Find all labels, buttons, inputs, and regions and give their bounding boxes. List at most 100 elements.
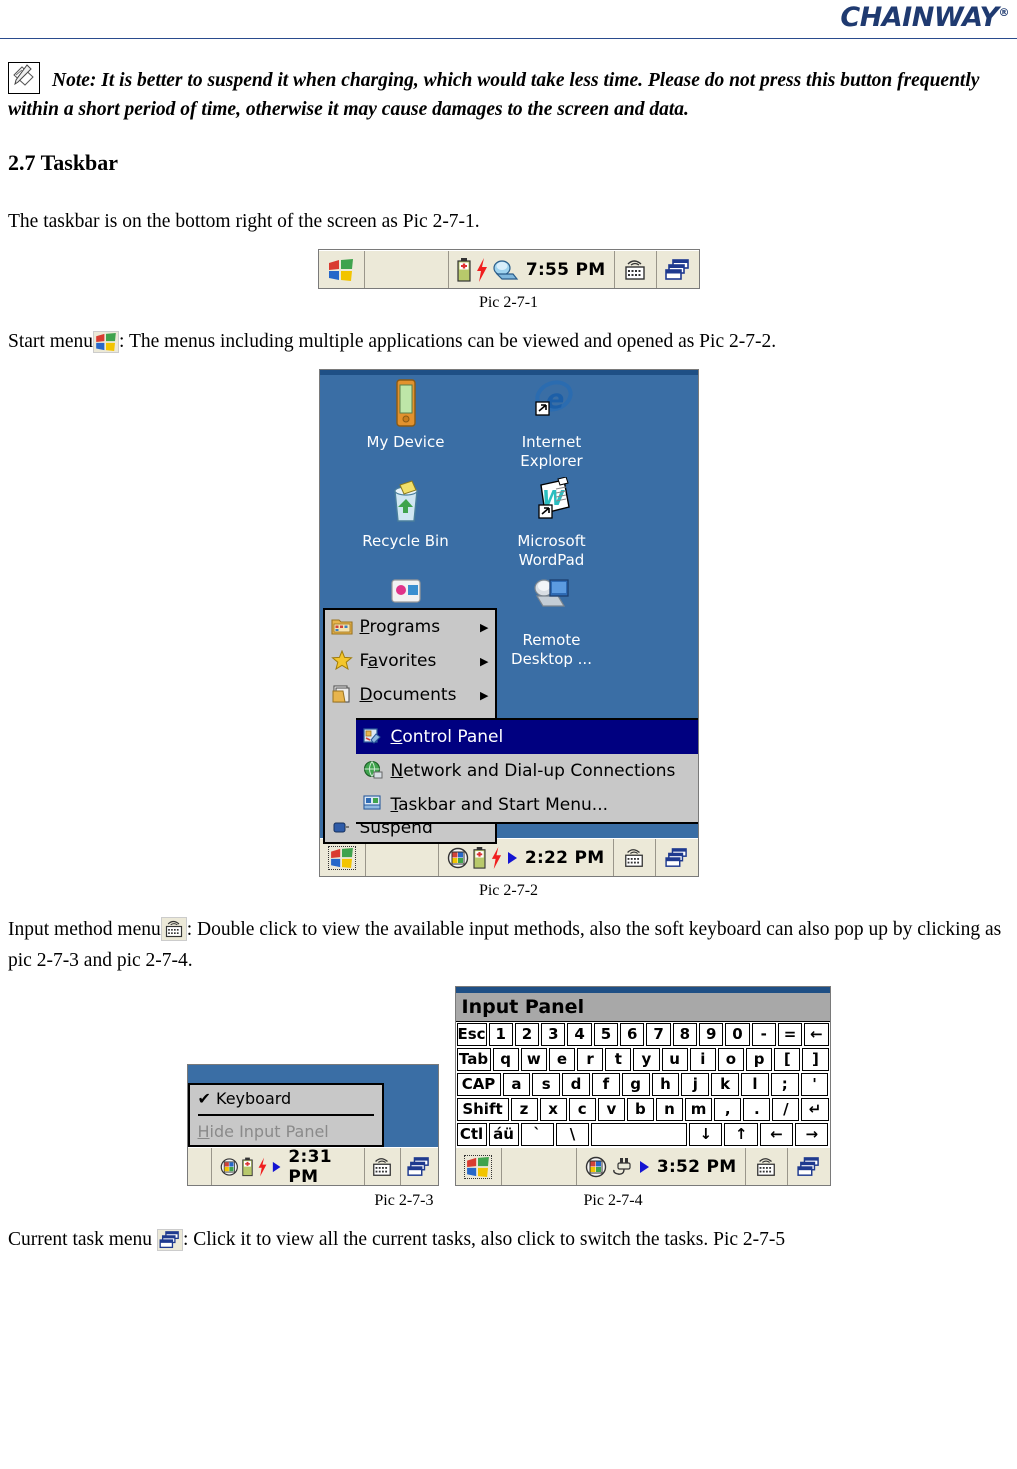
taskbar[interactable]: 3:52 PM xyxy=(455,1147,830,1185)
submenu-item-taskbar-start-menu[interactable]: Taskbar and Start Menu... xyxy=(356,788,698,822)
start-button[interactable] xyxy=(456,1148,502,1185)
task-switcher-button[interactable] xyxy=(788,1148,830,1185)
taskbar[interactable]: 7:55 PM xyxy=(318,250,699,288)
taskbar-empty-area[interactable] xyxy=(366,839,439,876)
task-switcher-button[interactable] xyxy=(657,251,699,288)
input-method-menu[interactable]: ✔ Keyboard Hide Input Panel xyxy=(187,1083,384,1147)
key-enter[interactable]: ↵ xyxy=(801,1098,829,1121)
submenu-item-control-panel[interactable]: Control Panel xyxy=(355,720,698,754)
input-method-button[interactable] xyxy=(615,251,657,288)
key-arrow-right[interactable]: → xyxy=(795,1123,829,1146)
key-p[interactable]: p xyxy=(746,1048,773,1071)
key-e[interactable]: e xyxy=(548,1048,576,1071)
key-comma[interactable]: , xyxy=(714,1098,742,1121)
key-i[interactable]: i xyxy=(689,1048,716,1071)
key-f[interactable]: f xyxy=(591,1073,620,1096)
system-tray[interactable]: 2:22 PM xyxy=(439,839,614,876)
task-switcher-button[interactable] xyxy=(401,1148,437,1185)
key-h[interactable]: h xyxy=(651,1073,680,1096)
key-equals[interactable]: = xyxy=(777,1023,803,1046)
start-menu-item-favorites[interactable]: Favorites ▶ xyxy=(325,644,495,678)
taskbar[interactable]: 2:31 PM xyxy=(187,1147,438,1187)
key-caps-lock[interactable]: CAP xyxy=(456,1073,501,1096)
key-arrow-left[interactable]: ← xyxy=(759,1123,794,1146)
key-0[interactable]: 0 xyxy=(725,1023,750,1046)
key-period[interactable]: . xyxy=(743,1098,771,1121)
key-1[interactable]: 1 xyxy=(488,1023,513,1046)
key-ctrl[interactable]: Ctl xyxy=(456,1123,487,1146)
task-switcher-button[interactable] xyxy=(656,839,698,876)
start-menu-item-programs[interactable]: Programs ▶ xyxy=(325,610,495,644)
taskbar-empty-area[interactable] xyxy=(188,1148,212,1185)
key-accents[interactable]: áü xyxy=(488,1123,519,1146)
key-esc[interactable]: Esc xyxy=(456,1023,487,1046)
start-menu-item-documents[interactable]: Documents ▶ xyxy=(325,678,495,712)
clock-time[interactable]: 3:52 PM xyxy=(657,1157,737,1177)
key-w[interactable]: w xyxy=(520,1048,547,1071)
desktop-icon-recycle-bin[interactable]: Recycle Bin xyxy=(346,477,466,570)
key-slash[interactable]: / xyxy=(772,1098,800,1121)
taskbar-empty-area[interactable] xyxy=(502,1148,577,1185)
key-v[interactable]: v xyxy=(597,1098,625,1121)
desktop-icon-remote-desktop[interactable]: Remote Desktop ... xyxy=(492,576,612,669)
desktop-icon-microsoft-wordpad[interactable]: W Microsoft WordPad xyxy=(492,477,612,570)
key-minus[interactable]: - xyxy=(751,1023,776,1046)
key-bracket-left[interactable]: [ xyxy=(774,1048,801,1071)
key-m[interactable]: m xyxy=(685,1098,713,1121)
settings-submenu[interactable]: Control Panel Network and Dial-up Connec… xyxy=(355,718,698,824)
clock-time[interactable]: 2:22 PM xyxy=(525,848,605,868)
key-a[interactable]: a xyxy=(502,1073,531,1096)
system-tray[interactable]: 7:55 PM xyxy=(449,251,615,288)
start-button[interactable] xyxy=(319,251,365,288)
key-9[interactable]: 9 xyxy=(699,1023,724,1046)
key-semicolon[interactable]: ; xyxy=(770,1073,799,1096)
key-t[interactable]: t xyxy=(605,1048,632,1071)
key-n[interactable]: n xyxy=(655,1098,684,1121)
soft-keyboard[interactable]: Esc 1 2 3 4 5 6 7 8 9 0 - = ← Tab q w e … xyxy=(455,1022,830,1147)
key-q[interactable]: q xyxy=(492,1048,519,1071)
key-z[interactable]: z xyxy=(510,1098,538,1121)
key-d[interactable]: d xyxy=(562,1073,590,1096)
desktop-icon-my-device[interactable]: My Device xyxy=(346,378,466,471)
clock-time[interactable]: 2:31 PM xyxy=(288,1147,355,1187)
key-backslash[interactable]: \ xyxy=(555,1123,590,1146)
key-5[interactable]: 5 xyxy=(593,1023,619,1046)
key-backspace[interactable]: ← xyxy=(804,1023,829,1046)
key-s[interactable]: s xyxy=(532,1073,561,1096)
ime-menu-item-keyboard[interactable]: ✔ Keyboard xyxy=(190,1085,382,1112)
key-g[interactable]: g xyxy=(621,1073,650,1096)
key-shift[interactable]: Shift xyxy=(456,1098,509,1121)
key-b[interactable]: b xyxy=(626,1098,654,1121)
key-x[interactable]: x xyxy=(539,1098,567,1121)
key-c[interactable]: c xyxy=(568,1098,596,1121)
start-button[interactable] xyxy=(320,839,366,876)
clock-time[interactable]: 7:55 PM xyxy=(526,260,606,280)
key-j[interactable]: j xyxy=(681,1073,710,1096)
key-bracket-right[interactable]: ] xyxy=(802,1048,829,1071)
submenu-item-network-connections[interactable]: Network and Dial-up Connections xyxy=(356,754,698,788)
key-backtick[interactable]: ` xyxy=(520,1123,554,1146)
key-arrow-down[interactable]: ↓ xyxy=(689,1123,723,1146)
input-method-button[interactable] xyxy=(614,839,656,876)
key-l[interactable]: l xyxy=(741,1073,769,1096)
system-tray[interactable]: 2:31 PM xyxy=(212,1147,365,1187)
key-r[interactable]: r xyxy=(577,1048,604,1071)
key-k[interactable]: k xyxy=(711,1073,739,1096)
key-6[interactable]: 6 xyxy=(620,1023,645,1046)
key-tab[interactable]: Tab xyxy=(456,1048,491,1071)
input-method-button[interactable] xyxy=(746,1148,788,1185)
key-u[interactable]: u xyxy=(661,1048,688,1071)
key-y[interactable]: y xyxy=(633,1048,660,1071)
key-7[interactable]: 7 xyxy=(646,1023,671,1046)
key-8[interactable]: 8 xyxy=(672,1023,697,1046)
desktop-icon-internet-explorer[interactable]: e Internet Explorer xyxy=(492,378,612,471)
key-o[interactable]: o xyxy=(717,1048,745,1071)
key-2[interactable]: 2 xyxy=(514,1023,540,1046)
system-tray[interactable]: 3:52 PM xyxy=(577,1148,746,1185)
key-4[interactable]: 4 xyxy=(567,1023,592,1046)
input-method-button[interactable] xyxy=(365,1148,402,1185)
taskbar-empty-area[interactable] xyxy=(365,251,449,288)
ime-menu-item-hide-input-panel[interactable]: Hide Input Panel xyxy=(190,1118,382,1145)
key-apostrophe[interactable]: ' xyxy=(800,1073,829,1096)
key-arrow-up[interactable]: ↑ xyxy=(724,1123,758,1146)
